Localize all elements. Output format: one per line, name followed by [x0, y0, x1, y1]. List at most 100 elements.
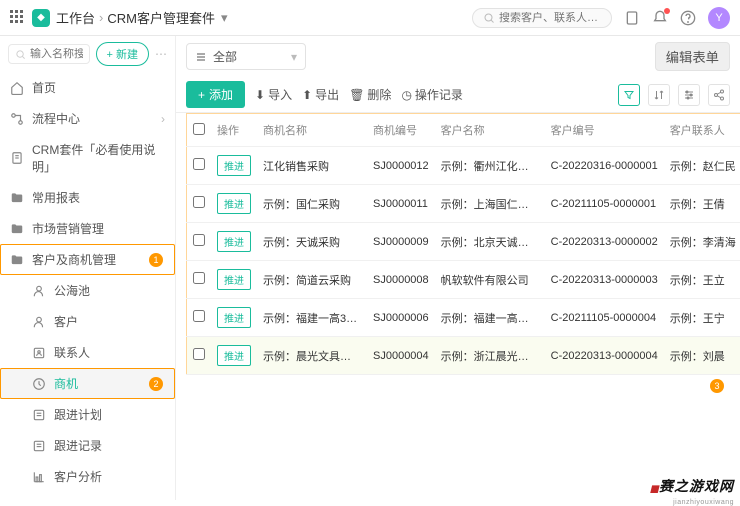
sidebar-item-label: 市场营销管理	[32, 220, 104, 237]
row-checkbox[interactable]	[193, 348, 205, 360]
column-header[interactable]: 商机名称	[257, 114, 367, 147]
sidebar-item-label: 客户	[54, 313, 78, 330]
sidebar-item-6[interactable]: 公海池	[0, 275, 175, 306]
cell-customer: 示例：衢州江化集团	[435, 147, 545, 185]
row-checkbox[interactable]	[193, 158, 205, 170]
sidebar-item-label: 流程中心	[32, 110, 80, 127]
clock-icon: ◷	[401, 88, 411, 102]
push-button[interactable]: 推进	[217, 193, 251, 214]
bell-icon[interactable]	[652, 10, 668, 26]
push-button[interactable]: 推进	[217, 307, 251, 328]
avatar[interactable]: Y	[708, 7, 730, 29]
sidebar-item-label: CRM套件「必看使用说明」	[32, 141, 165, 175]
cell-contact: 示例：王宁	[664, 299, 740, 337]
doc-icon	[10, 151, 24, 165]
oplog-button[interactable]: ◷操作记录	[401, 86, 463, 103]
sidebar-item-7[interactable]: 客户	[0, 306, 175, 337]
cell-name: 示例：天诚采购	[257, 223, 367, 261]
chart-icon	[32, 470, 46, 484]
list-icon	[32, 439, 46, 453]
contact-icon	[32, 346, 46, 360]
table-row[interactable]: 推进江化销售采购SJ0000012示例：衢州江化集团C-20220316-000…	[187, 147, 740, 185]
sidebar-search-input[interactable]	[30, 48, 83, 60]
view-selector[interactable]: 全部 ▾	[186, 43, 306, 70]
folder-icon	[10, 191, 24, 205]
bc-app[interactable]: CRM客户管理套件	[107, 8, 215, 27]
sidebar-item-label: 商机	[54, 375, 78, 392]
sidebar-item-4[interactable]: 市场营销管理	[0, 213, 175, 244]
notebook-icon[interactable]	[624, 10, 640, 26]
sidebar-item-9[interactable]: 商机 2	[0, 368, 175, 399]
column-header[interactable]: 商机编号	[367, 114, 435, 147]
sidebar-item-11[interactable]: 跟进记录	[0, 430, 175, 461]
sidebar-item-10[interactable]: 跟进计划	[0, 399, 175, 430]
column-header[interactable]: 客户名称	[435, 114, 545, 147]
edit-form-button[interactable]: 编辑表单	[655, 42, 730, 71]
chevron-down-icon[interactable]: ▾	[221, 10, 228, 26]
settings-icon[interactable]	[678, 84, 700, 106]
table-row[interactable]: 推进示例：天诚采购SJ0000009示例：北京天诚软件…C-20220313-0…	[187, 223, 740, 261]
user-icon	[32, 315, 46, 329]
sidebar-item-0[interactable]: 首页	[0, 72, 175, 103]
push-button[interactable]: 推进	[217, 345, 251, 366]
sidebar-item-8[interactable]: 联系人	[0, 337, 175, 368]
cell-customer: 示例：浙江晨光文具…	[435, 337, 545, 375]
column-header[interactable]: 客户编号	[545, 114, 664, 147]
new-button[interactable]: + 新建	[96, 42, 149, 66]
cell-code: SJ0000009	[367, 223, 435, 261]
row-checkbox[interactable]	[193, 234, 205, 246]
sidebar-item-13[interactable]: 商机分析	[0, 492, 175, 500]
table-row[interactable]: 推进示例：简道云采购SJ0000008帆软软件有限公司C-20220313-00…	[187, 261, 740, 299]
cell-customer-num: C-20220313-0000004	[545, 337, 664, 375]
cell-name: 示例：福建一高3月订单	[257, 299, 367, 337]
sidebar-search[interactable]	[8, 44, 90, 64]
sort-icon[interactable]	[648, 84, 670, 106]
sidebar-item-1[interactable]: 流程中心›	[0, 103, 175, 134]
row-checkbox[interactable]	[193, 272, 205, 284]
watermark: ▗赛之游戏网	[644, 476, 734, 496]
export-button[interactable]: ⬆导出	[302, 86, 339, 103]
table-row[interactable]: 推进示例：晨光文具设备…SJ0000004示例：浙江晨光文具…C-2022031…	[187, 337, 740, 375]
sidebar-item-3[interactable]: 常用报表	[0, 182, 175, 213]
push-button[interactable]: 推进	[217, 269, 251, 290]
more-icon[interactable]: ⋯	[155, 47, 167, 61]
cell-name: 示例：简道云采购	[257, 261, 367, 299]
sidebar-item-12[interactable]: 客户分析	[0, 461, 175, 492]
delete-button[interactable]: 🗑删除	[349, 86, 391, 103]
help-icon[interactable]	[680, 10, 696, 26]
global-search[interactable]	[472, 8, 612, 28]
column-header[interactable]: 客户联系人	[664, 114, 740, 147]
watermark-sub: jianzhiyouxiwang	[673, 499, 734, 506]
app-logo: ◆	[32, 9, 50, 27]
column-header[interactable]: 操作	[211, 114, 257, 147]
global-search-input[interactable]	[499, 12, 601, 24]
cell-customer-num: C-20220313-0000003	[545, 261, 664, 299]
home-icon	[10, 81, 24, 95]
import-button[interactable]: ⬇导入	[255, 86, 292, 103]
row-checkbox[interactable]	[193, 310, 205, 322]
cell-customer: 帆软软件有限公司	[435, 261, 545, 299]
sidebar-item-5[interactable]: 客户及商机管理1	[0, 244, 175, 275]
row-checkbox[interactable]	[193, 196, 205, 208]
select-all-checkbox[interactable]	[193, 123, 205, 135]
cell-contact: 示例：赵仁民	[664, 147, 740, 185]
trash-icon: 🗑	[349, 88, 364, 102]
sidebar-item-2[interactable]: CRM套件「必看使用说明」	[0, 134, 175, 182]
share-icon[interactable]	[708, 84, 730, 106]
biz-icon	[32, 377, 46, 391]
download-icon: ⬇	[255, 88, 265, 102]
add-button[interactable]: +添加	[186, 81, 245, 108]
table-row[interactable]: 推进示例：福建一高3月订单SJ0000006示例：福建一高集团C-2021110…	[187, 299, 740, 337]
push-button[interactable]: 推进	[217, 155, 251, 176]
push-button[interactable]: 推进	[217, 231, 251, 252]
apps-grid-icon[interactable]	[10, 10, 26, 26]
sidebar-item-label: 联系人	[54, 344, 90, 361]
annotation-marker: 2	[149, 377, 163, 391]
annotation-marker: 1	[149, 253, 163, 267]
cell-customer-num: C-20211105-0000001	[545, 185, 664, 223]
table-row[interactable]: 推进示例：国仁采购SJ0000011示例：上海国仁有限…C-20211105-0…	[187, 185, 740, 223]
filter-icon[interactable]	[618, 84, 640, 106]
data-table: 操作商机名称商机编号客户名称客户编号客户联系人 推进江化销售采购SJ000001…	[186, 113, 740, 375]
bc-workspace[interactable]: 工作台	[56, 8, 95, 27]
cell-customer: 示例：福建一高集团	[435, 299, 545, 337]
